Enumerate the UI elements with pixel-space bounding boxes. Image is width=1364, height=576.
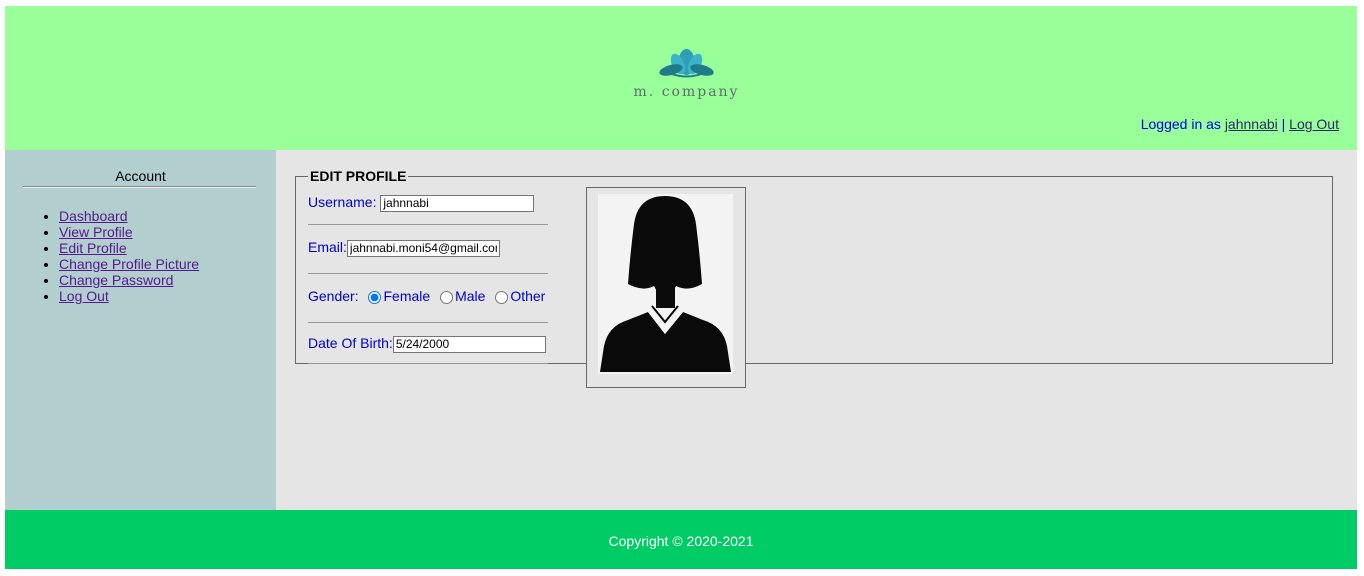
dashboard-link[interactable]: Dashboard bbox=[59, 208, 128, 224]
sidebar: Account Dashboard View Profile Edit Prof… bbox=[5, 150, 276, 510]
username-label: Username: bbox=[308, 194, 377, 210]
email-input[interactable] bbox=[346, 239, 500, 257]
view-profile-link[interactable]: View Profile bbox=[59, 224, 133, 240]
sidebar-item-logout: Log Out bbox=[59, 288, 199, 304]
gender-row: Gender: Female Male Other bbox=[308, 286, 548, 314]
gender-female-label: Female bbox=[383, 288, 431, 304]
dob-row: Date Of Birth: bbox=[308, 333, 548, 361]
copyright-text: Copyright © 2020-2021 bbox=[608, 533, 754, 549]
header: m. company Logged in as jahnnabi | Log O… bbox=[5, 6, 1357, 150]
sidebar-item-change-picture: Change Profile Picture bbox=[59, 256, 199, 272]
gender-other-radio[interactable] bbox=[495, 290, 509, 304]
main-content: EDIT PROFILE Username: Email: Gender: Fe… bbox=[276, 150, 1357, 510]
sidebar-logout-link[interactable]: Log Out bbox=[59, 288, 109, 304]
sidebar-item-edit-profile: Edit Profile bbox=[59, 240, 199, 256]
email-label: Email: bbox=[308, 239, 347, 255]
gender-male-radio[interactable] bbox=[440, 290, 454, 304]
form-divider bbox=[308, 363, 548, 364]
logo-text: m. company bbox=[633, 84, 740, 100]
lotus-logo-icon bbox=[659, 49, 714, 78]
username-row: Username: bbox=[308, 192, 548, 220]
footer: Copyright © 2020-2021 bbox=[5, 510, 1357, 569]
sidebar-item-view-profile: View Profile bbox=[59, 224, 199, 240]
company-logo: m. company bbox=[619, 42, 754, 102]
logged-in-label: Logged in as bbox=[1140, 116, 1221, 132]
edit-profile-link[interactable]: Edit Profile bbox=[59, 240, 127, 256]
change-password-link[interactable]: Change Password bbox=[59, 272, 173, 288]
sidebar-menu: Dashboard View Profile Edit Profile Chan… bbox=[5, 208, 199, 304]
login-status: Logged in as jahnnabi | Log Out bbox=[1141, 116, 1339, 132]
sidebar-divider bbox=[23, 186, 256, 188]
edit-profile-form: Username: Email: Gender: Female Male Oth… bbox=[308, 194, 548, 364]
gender-other-label: Other bbox=[510, 288, 546, 304]
username-link[interactable]: jahnnabi bbox=[1225, 116, 1278, 132]
edit-profile-fieldset: EDIT PROFILE Username: Email: Gender: Fe… bbox=[295, 168, 1333, 388]
gender-male-label: Male bbox=[455, 288, 486, 304]
username-input[interactable] bbox=[380, 194, 535, 212]
sidebar-title: Account bbox=[115, 168, 166, 184]
header-logout-link[interactable]: Log Out bbox=[1289, 116, 1339, 132]
email-row: Email: bbox=[308, 237, 548, 265]
gender-label: Gender: bbox=[308, 288, 359, 304]
sidebar-item-dashboard: Dashboard bbox=[59, 208, 199, 224]
sidebar-item-change-password: Change Password bbox=[59, 272, 199, 288]
dob-label: Date Of Birth: bbox=[308, 335, 393, 351]
change-profile-picture-link[interactable]: Change Profile Picture bbox=[59, 256, 199, 272]
gender-female-radio[interactable] bbox=[368, 290, 382, 304]
user-silhouette-icon bbox=[598, 194, 733, 374]
dob-input[interactable] bbox=[392, 335, 546, 353]
edit-profile-legend: EDIT PROFILE bbox=[310, 168, 407, 184]
profile-picture-frame bbox=[586, 187, 746, 388]
login-separator: | bbox=[1281, 116, 1286, 132]
profile-picture bbox=[598, 194, 733, 374]
